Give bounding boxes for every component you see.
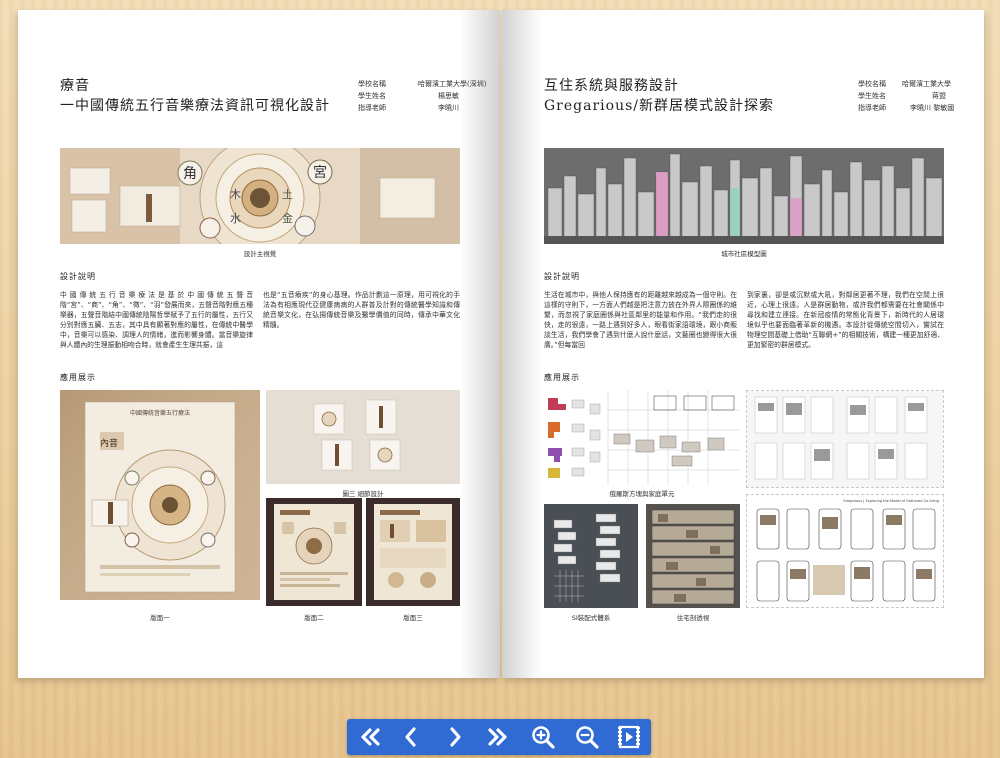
flipbook: 療音 一中國傳統五行音樂療法資訊可視化設計 學校名稱 哈爾濱工業大學(深圳) 學生… [18, 10, 984, 678]
section-heading-description: 設計說明 [544, 272, 580, 281]
tetris-units-image [544, 390, 740, 484]
slideshow-icon [618, 725, 640, 749]
right-page-title: 互住系統與服務設計 Gregarious/新群居模式設計探索 [544, 76, 774, 116]
section-heading-description: 設計說明 [60, 272, 96, 281]
poster-three-caption: 版面三 [403, 614, 423, 622]
next-page-button[interactable] [439, 722, 471, 752]
flipbook-toolbar [347, 719, 651, 755]
left-author-info: 學校名稱 哈爾濱工業大學(深圳) 學生姓名 楊思敏 指導老師 李曉川 [358, 78, 486, 114]
description-column-1: 生活在城市中，與他人保持應有的距離越來越成為一個守則。在這樣的守則下，一方面人們… [544, 291, 737, 349]
banner-char-gong: 宮 [313, 165, 327, 181]
banner-char-jin: 金 [282, 212, 293, 225]
poster-two-image [266, 498, 362, 606]
next-page-icon [450, 727, 461, 747]
app-ui-screens-header: Gregarious | Exploring the Model of Gath… [843, 499, 939, 503]
description-column-1: 中國傳統五行音樂療法是基於中國傳統五聲音階“宮”、“商”、“角”、“徵”、“羽”… [60, 291, 253, 349]
zoom-in-icon [532, 726, 555, 749]
poster-one-caption: 版面一 [150, 614, 170, 622]
info-key: 學校名稱 [858, 80, 886, 88]
first-page-button[interactable] [353, 722, 385, 752]
prev-page-icon [405, 727, 416, 747]
poster-two-caption: 版面二 [304, 614, 324, 622]
section-heading-application: 應用展示 [544, 373, 580, 382]
si-system-caption: SI裝配式體系 [571, 614, 611, 622]
page-gutter-shadow [502, 10, 542, 678]
info-value: 哈爾濱工業大學(深圳) [418, 80, 487, 88]
banner-char-shui: 水 [230, 212, 241, 225]
last-page-icon [488, 728, 507, 746]
right-title-line2: Gregarious/新群居模式設計探索 [544, 98, 774, 114]
banner-caption: 城市社區模型圖 [721, 250, 767, 258]
description-column-2: 到家裏，卻是或沉默或大吼，對鄰居更著不理，我們在空閒上很近，心理上很遠。人是群居… [747, 291, 944, 349]
left-title-line1: 療音 [60, 78, 90, 94]
app-wireframes-image [746, 390, 944, 488]
info-value: 李曉川 [438, 104, 459, 112]
detail-design-caption: 圖三 細節設計 [342, 490, 384, 498]
section-heading-application: 應用展示 [60, 373, 96, 382]
last-page-button[interactable] [483, 722, 515, 752]
banner-char-tu: 土 [282, 188, 293, 201]
poster-one-image: 中國傳統音樂五行療法 內音 [60, 390, 260, 600]
left-page[interactable]: 療音 一中國傳統五行音樂療法資訊可視化設計 學校名稱 哈爾濱工業大學(深圳) 學生… [18, 10, 500, 678]
right-banner-image [544, 148, 944, 244]
section-perspective-image [646, 504, 740, 608]
left-page-title: 療音 一中國傳統五行音樂療法資訊可視化設計 [60, 76, 330, 116]
detail-design-image [266, 390, 460, 484]
tetris-units-caption: 俄羅斯方塊與家庭單元 [609, 490, 675, 498]
info-key: 學生姓名 [858, 92, 886, 100]
prev-page-button[interactable] [395, 722, 427, 752]
banner-char-jiao: 角 [183, 166, 197, 182]
info-value: 哈爾濱工業大學 [902, 80, 951, 88]
zoom-out-button[interactable] [571, 722, 603, 752]
banner-caption: 設計主視覺 [243, 250, 277, 258]
poster-three-image [366, 498, 460, 606]
left-banner-image: 角 宮 木 土 水 金 [60, 148, 460, 244]
si-system-image [544, 504, 638, 608]
poster-one-mark: 內音 [100, 439, 119, 449]
info-key: 指導老師 [358, 104, 386, 112]
poster-one-title: 中國傳統音樂五行療法 [129, 410, 190, 417]
right-page[interactable]: 互住系統與服務設計 Gregarious/新群居模式設計探索 學校名稱 哈爾濱工業… [502, 10, 984, 678]
description-column-2: 也是“五音療疾”的身心基理。作品計劃這一原理，用可視化的手法為有相應現代亞健康病… [263, 291, 460, 329]
info-key: 指導老師 [858, 104, 886, 112]
left-title-line2: 一中國傳統五行音樂療法資訊可視化設計 [60, 98, 330, 114]
info-key: 學生姓名 [358, 92, 386, 100]
zoom-out-icon [576, 726, 599, 749]
app-ui-screens-image: Gregarious | Exploring the Model of Gath… [746, 494, 944, 608]
first-page-icon [361, 728, 380, 746]
right-author-info: 學校名稱 哈爾濱工業大學 學生姓名 蒋盟 指導老師 李曉川 黎敏國 [858, 78, 954, 114]
zoom-in-button[interactable] [527, 722, 559, 752]
info-value: 李曉川 黎敏國 [910, 104, 955, 112]
section-perspective-caption: 住宅剖透視 [676, 614, 710, 622]
right-title-line1: 互住系統與服務設計 [544, 78, 679, 94]
info-value: 楊思敏 [438, 92, 459, 100]
info-value: 蒋盟 [932, 92, 946, 100]
slideshow-button[interactable] [613, 722, 645, 752]
info-key: 學校名稱 [358, 80, 386, 88]
banner-char-mu: 木 [230, 188, 241, 201]
